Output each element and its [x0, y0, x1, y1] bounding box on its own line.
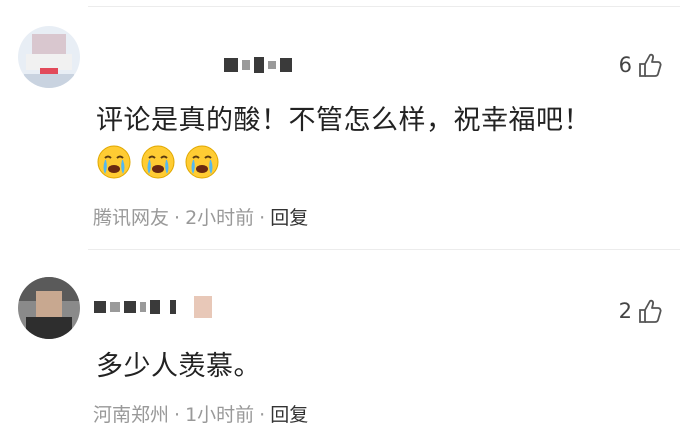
emoji-row	[96, 144, 220, 180]
avatar[interactable]	[18, 26, 80, 88]
like-button[interactable]: 2	[619, 298, 662, 324]
comment-time: 1小时前	[185, 404, 255, 426]
comment-time: 2小时前	[185, 207, 255, 229]
username-blurred[interactable]	[224, 57, 292, 73]
comment-text: 多少人羡慕。	[96, 351, 261, 382]
comment-item: 6 评论是真的酸！不管怎么样，祝幸福吧！ 腾讯网友 · 2小时前 · 回复	[0, 0, 680, 248]
comment-text: 评论是真的酸！不管怎么样，祝幸福吧！	[96, 105, 591, 136]
like-button[interactable]: 6	[619, 52, 662, 78]
thumbs-up-icon	[639, 53, 662, 77]
reply-button[interactable]: 回复	[270, 207, 308, 229]
like-count: 2	[618, 299, 632, 323]
comment-meta: 河南郑州 · 1小时前 · 回复	[93, 404, 309, 426]
thumbs-up-icon	[639, 299, 662, 323]
crying-emoji-icon	[185, 145, 219, 179]
comment-item: 2 多少人羡慕。 河南郑州 · 1小时前 · 回复	[0, 250, 680, 426]
crying-emoji-icon	[141, 145, 175, 179]
comment-location: 河南郑州	[93, 404, 170, 426]
username-blurred[interactable]	[94, 296, 212, 318]
like-count: 6	[618, 53, 632, 77]
comment-location: 腾讯网友	[93, 207, 170, 229]
comment-meta: 腾讯网友 · 2小时前 · 回复	[93, 207, 309, 229]
reply-button[interactable]: 回复	[270, 404, 308, 426]
avatar[interactable]	[18, 277, 80, 339]
crying-emoji-icon	[97, 145, 131, 179]
